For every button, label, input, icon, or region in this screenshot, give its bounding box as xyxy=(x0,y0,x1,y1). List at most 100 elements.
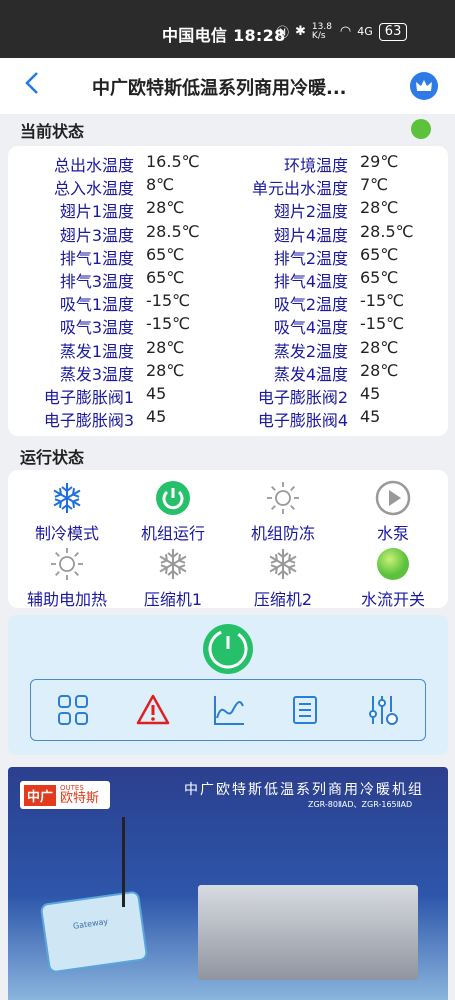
status-item-3: 机组防冻 xyxy=(228,480,338,544)
reading-value: 45 xyxy=(360,384,381,403)
reading-value: 28℃ xyxy=(146,198,185,218)
reading-value: -15℃ xyxy=(146,291,191,311)
reading-value: 8℃ xyxy=(146,175,175,195)
settings-sliders-icon[interactable] xyxy=(365,692,401,728)
reading-value: 65℃ xyxy=(146,268,185,287)
reading-value: 28.5℃ xyxy=(146,221,200,241)
gateway-label: Gateway xyxy=(72,916,109,931)
grid-menu-icon[interactable] xyxy=(55,692,91,728)
reading-value: 28℃ xyxy=(146,360,185,380)
status-item-label: 机组运行 xyxy=(140,524,205,543)
reading-label: 电子膨胀阀1 xyxy=(43,388,134,407)
reading-value: 65℃ xyxy=(360,268,399,287)
status-icons: Ⓝ ✱ 13.8 K/s ◠ 4G 63 xyxy=(276,21,408,41)
flow-ball-icon xyxy=(338,546,448,582)
status-item-label: 机组防冻 xyxy=(250,524,315,543)
reading-label: 吸气1温度 xyxy=(59,295,134,315)
reading-label: 电子膨胀阀3 xyxy=(43,411,134,431)
sun-icon xyxy=(12,546,122,582)
nfc-icon: Ⓝ xyxy=(276,26,290,41)
status-item-5: 辅助电加热 xyxy=(12,546,122,610)
trend-chart-icon[interactable] xyxy=(211,692,247,728)
outdoor-units xyxy=(198,885,418,980)
reading-value: 29℃ xyxy=(360,152,399,171)
status-item-4: 水泵 xyxy=(338,480,448,544)
reading-label: 翅片4温度 xyxy=(273,225,348,245)
brand-cn: 中广 xyxy=(24,784,57,806)
reading-label: 电子膨胀阀2 xyxy=(257,388,348,407)
back-chevron-icon[interactable] xyxy=(22,70,46,102)
status-item-label: 压缩机1 xyxy=(143,590,203,609)
status-item-8: 水流开关 xyxy=(338,546,448,610)
snowflake-icon xyxy=(228,546,338,582)
status-item-1: 制冷模式 xyxy=(12,480,122,544)
banner-title: 中广欧特斯低温系列商用冷暖机组 xyxy=(184,782,424,798)
battery-icon: 63 xyxy=(378,22,408,41)
reading-value: 45 xyxy=(146,384,167,403)
readings-card: 总出水温度 16.5℃ 环境温度 29℃ 总入水温度 8℃ 单元出水温度 7℃ 翅片1温度 28℃… xyxy=(8,146,448,436)
reading-label: 排气3温度 xyxy=(59,272,134,291)
reading-label: 总入水温度 xyxy=(53,179,134,199)
reading-label: 蒸发2温度 xyxy=(273,341,348,361)
reading-value: 45 xyxy=(360,407,381,427)
reading-value: 28℃ xyxy=(146,337,185,357)
antenna xyxy=(122,817,125,907)
reading-value: 28℃ xyxy=(360,337,399,357)
reading-value: 65℃ xyxy=(360,244,399,264)
section-current-status: 当前状态 xyxy=(20,122,85,141)
status-item-label: 辅助电加热 xyxy=(26,590,107,609)
reading-label: 电子膨胀阀4 xyxy=(257,411,348,431)
system-status-bar: 中国电信 18:28 Ⓝ ✱ 13.8 K/s ◠ 4G 63 xyxy=(0,0,455,58)
reading-label: 吸气4温度 xyxy=(273,318,348,338)
status-item-label: 制冷模式 xyxy=(34,524,99,543)
reading-value: 7℃ xyxy=(360,175,389,195)
reading-label: 环境温度 xyxy=(283,156,348,175)
sun-icon xyxy=(228,480,338,516)
reading-value: -15℃ xyxy=(360,314,405,334)
reading-label: 吸气2温度 xyxy=(273,295,348,315)
status-card: 制冷模式 机组运行 机组防冻 水泵辅助电加热 压缩机1 压缩机2 水流开关 xyxy=(8,470,448,610)
signal-label: 4G xyxy=(357,25,373,38)
reading-label: 翅片3温度 xyxy=(59,225,134,245)
reading-value: -15℃ xyxy=(360,291,405,311)
crown-icon[interactable] xyxy=(410,72,438,100)
carrier-time: 中国电信 18:28 xyxy=(162,26,286,45)
nav-header: 中广欧特斯低温系列商用冷暖... xyxy=(0,58,455,114)
page-title: 中广欧特斯低温系列商用冷暖... xyxy=(92,78,347,99)
status-item-7: 压缩机2 xyxy=(228,546,338,610)
reading-value: 45 xyxy=(146,407,167,427)
snowflake-icon xyxy=(12,480,122,516)
reading-value: -15℃ xyxy=(146,314,191,334)
bluetooth-icon: ✱ xyxy=(295,24,306,39)
network-speed: 13.8 K/s xyxy=(311,21,332,41)
reading-label: 翅片2温度 xyxy=(273,202,348,222)
reading-value: 16.5℃ xyxy=(146,152,200,171)
document-list-icon[interactable] xyxy=(287,692,323,728)
status-item-label: 压缩机2 xyxy=(253,590,313,609)
function-toolbar xyxy=(30,679,426,741)
alarm-warning-icon[interactable] xyxy=(135,692,171,728)
reading-label: 总出水温度 xyxy=(53,156,134,175)
gateway-device: Gateway xyxy=(39,890,149,974)
reading-label: 蒸发3温度 xyxy=(59,364,134,384)
reading-label: 排气4温度 xyxy=(273,272,348,291)
section-running-status: 运行状态 xyxy=(20,448,85,467)
product-banner: 中广 OUTES 欧特斯 中广欧特斯低温系列商用冷暖机组 ZGR-80ⅡAD、Z… xyxy=(8,767,448,1000)
reading-label: 吸气3温度 xyxy=(59,318,134,338)
status-item-2: 机组运行 xyxy=(118,480,228,544)
reading-value: 28.5℃ xyxy=(360,221,414,241)
reading-value: 65℃ xyxy=(146,244,185,264)
brand-name: 欧特斯 xyxy=(60,791,100,806)
play-icon xyxy=(338,480,448,516)
online-status-dot xyxy=(411,119,431,139)
reading-label: 蒸发1温度 xyxy=(59,341,134,361)
status-item-6: 压缩机1 xyxy=(118,546,228,610)
brand-logo: 中广 OUTES 欧特斯 xyxy=(20,781,110,809)
banner-models: ZGR-80ⅡAD、ZGR-165ⅡAD xyxy=(308,800,413,809)
reading-value: 28℃ xyxy=(360,198,399,218)
power-button[interactable] xyxy=(203,624,253,674)
power-icon xyxy=(118,480,228,516)
status-item-label: 水流开关 xyxy=(360,590,425,609)
status-item-label: 水泵 xyxy=(376,524,409,543)
wifi-icon: ◠ xyxy=(339,24,352,39)
